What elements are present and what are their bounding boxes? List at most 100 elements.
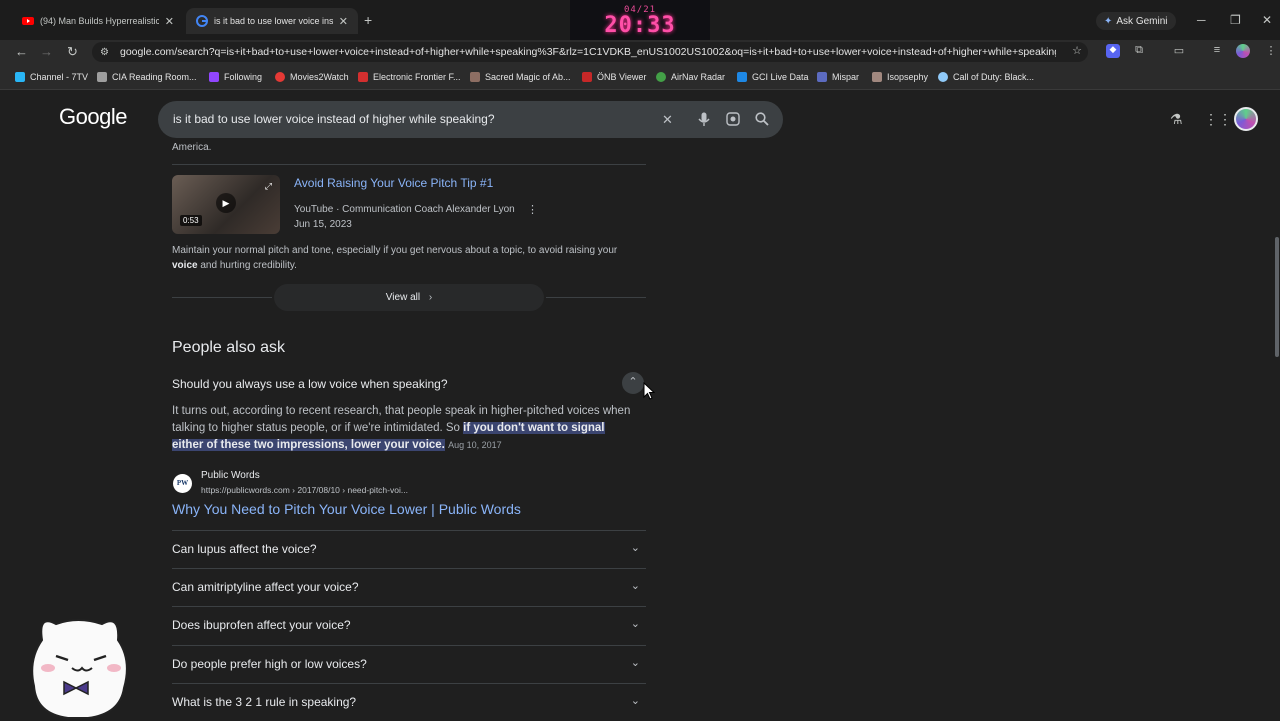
bookmark-item[interactable]: AirNav Radar [656, 72, 725, 82]
tab-google-search[interactable]: is it bad to use lower voice inste ✕ [186, 8, 358, 34]
people-also-ask-heading: People also ask [172, 339, 285, 356]
extension-icon[interactable]: ◆ [1106, 44, 1120, 58]
paa-question[interactable]: What is the 3 2 1 rule in speaking? ⌄ [172, 683, 646, 721]
video-thumbnail[interactable]: ▶ 0:53 ⤢ [172, 175, 280, 234]
bookmark-label: AirNav Radar [671, 72, 726, 82]
tab-youtube[interactable]: (94) Man Builds Hyperrealistic M ✕ [12, 8, 184, 34]
view-all-button[interactable]: View all › [274, 284, 544, 311]
7tv-icon [15, 72, 25, 82]
chevron-up-icon[interactable]: ⌃ [622, 372, 644, 394]
extensions-puzzle-icon[interactable]: ⧉ [1132, 44, 1146, 58]
close-tab-icon[interactable]: ✕ [339, 15, 348, 28]
address-bar[interactable]: ⚙ google.com/search?q=is+it+bad+to+use+l… [92, 42, 1088, 62]
public-words-favicon: PW [173, 474, 192, 493]
page-scrollbar[interactable] [1275, 237, 1279, 357]
paa-question[interactable]: Do people prefer high or low voices? ⌄ [172, 645, 646, 683]
question-label: What is the 3 2 1 rule in speaking? [172, 695, 357, 709]
paa-question[interactable]: Can lupus affect the voice? ⌄ [172, 530, 646, 568]
steam-icon [938, 72, 948, 82]
divider [546, 297, 646, 298]
bookmark-item[interactable]: ÖNB Viewer [582, 72, 646, 82]
mouse-pointer-icon [643, 382, 655, 400]
bookmark-item[interactable]: GCI Live Data [737, 72, 809, 82]
bookmark-item[interactable]: Sacred Magic of Ab... [470, 72, 571, 82]
cat-mascot-overlay [31, 619, 128, 719]
play-icon: ▶ [216, 193, 236, 213]
minimize-icon[interactable]: ─ [1197, 13, 1206, 27]
search-input[interactable]: is it bad to use lower voice instead of … [173, 112, 495, 126]
back-icon[interactable]: ← [15, 44, 28, 59]
previous-snippet-fragment: America. [172, 142, 212, 153]
bookmark-item[interactable]: Following [209, 72, 262, 82]
bookmark-label: Mispar [832, 72, 860, 82]
google-logo[interactable]: Google [59, 104, 127, 130]
profile-avatar-icon[interactable] [1236, 44, 1250, 58]
browser-menu-icon[interactable]: ⋮ [1264, 44, 1278, 58]
paa-answer: It turns out, according to recent resear… [172, 403, 632, 454]
bookmark-item[interactable]: CIA Reading Room... [97, 72, 197, 82]
bookmark-item[interactable]: Isopsephy [872, 72, 928, 82]
bookmark-label: GCI Live Data [752, 72, 809, 82]
microphone-icon[interactable] [698, 112, 710, 127]
source-name[interactable]: Public Words [201, 470, 260, 481]
lens-camera-icon[interactable] [726, 112, 740, 126]
ask-gemini-button[interactable]: ✦ Ask Gemini [1096, 12, 1176, 30]
chevron-right-icon: › [428, 292, 433, 303]
search-icon[interactable] [755, 112, 769, 126]
bookmark-item[interactable]: Call of Duty: Black... [938, 72, 1034, 82]
chevron-down-icon[interactable]: ⌄ [631, 541, 640, 554]
desc-text: Maintain your normal pitch and tone, esp… [172, 245, 618, 256]
restore-icon[interactable]: ❐ [1230, 13, 1241, 27]
more-options-icon[interactable]: ⋮ [527, 203, 538, 216]
close-window-icon[interactable]: ✕ [1262, 13, 1272, 27]
paa-question[interactable]: Does ibuprofen affect your voice? ⌄ [172, 606, 646, 644]
stream-clock-overlay: 04/21 20:33 [570, 0, 710, 44]
reload-icon[interactable]: ↻ [67, 44, 78, 60]
clear-search-icon[interactable]: ✕ [662, 112, 673, 128]
source-title-link[interactable]: Why You Need to Pitch Your Voice Lower |… [172, 501, 521, 517]
video-source: YouTube · Communication Coach Alexander … [294, 204, 515, 215]
sidebar-icon[interactable]: ▭ [1172, 44, 1186, 58]
question-label: Should you always use a low voice when s… [172, 377, 448, 391]
question-label: Do people prefer high or low voices? [172, 657, 367, 671]
paa-question-expanded[interactable]: Should you always use a low voice when s… [172, 369, 646, 407]
divider [172, 164, 646, 165]
eff-icon [358, 72, 368, 82]
search-box[interactable]: is it bad to use lower voice instead of … [158, 101, 783, 138]
video-title-link[interactable]: Avoid Raising Your Voice Pitch Tip #1 [294, 176, 493, 190]
movies-icon [275, 72, 285, 82]
bookmark-item[interactable]: Movies2Watch [275, 72, 349, 82]
tab-title: (94) Man Builds Hyperrealistic M [40, 16, 159, 26]
site-settings-icon[interactable]: ⚙ [100, 47, 112, 58]
media-controls-icon[interactable]: ≡ [1210, 44, 1224, 58]
bookmark-label: Following [224, 72, 263, 82]
labs-flask-icon[interactable]: ⚗ [1170, 111, 1183, 128]
twitch-icon [209, 72, 219, 82]
onb-icon [582, 72, 592, 82]
question-label: Does ibuprofen affect your voice? [172, 618, 351, 632]
question-label: Can lupus affect the voice? [172, 542, 317, 556]
chevron-down-icon[interactable]: ⌄ [631, 617, 640, 630]
gemini-sparkle-icon: ✦ [1104, 15, 1113, 27]
bookmark-item[interactable]: Channel - 7TV [15, 72, 88, 82]
tab-title: is it bad to use lower voice inste [214, 16, 333, 26]
new-tab-button[interactable]: + [364, 12, 372, 28]
chevron-down-icon[interactable]: ⌄ [631, 694, 640, 707]
chevron-down-icon[interactable]: ⌄ [631, 579, 640, 592]
account-avatar[interactable] [1234, 107, 1258, 131]
source-url[interactable]: https://publicwords.com › 2017/08/10 › n… [201, 485, 408, 495]
isopsephy-icon [872, 72, 882, 82]
airnav-icon [656, 72, 666, 82]
paa-question[interactable]: Can amitriptyline affect your voice? ⌄ [172, 568, 646, 606]
mispar-icon [817, 72, 827, 82]
chevron-down-icon[interactable]: ⌄ [631, 656, 640, 669]
close-tab-icon[interactable]: ✕ [165, 15, 174, 28]
question-label: Can amitriptyline affect your voice? [172, 580, 359, 594]
bookmark-label: Isopsephy [887, 72, 929, 82]
expand-icon: ⤢ [264, 181, 272, 191]
bookmark-item[interactable]: Electronic Frontier F... [358, 72, 461, 82]
bookmark-star-icon[interactable]: ☆ [1070, 44, 1084, 58]
forward-icon[interactable]: → [40, 44, 53, 59]
bookmark-item[interactable]: Mispar [817, 72, 859, 82]
bookmark-label: Channel - 7TV [30, 72, 89, 82]
